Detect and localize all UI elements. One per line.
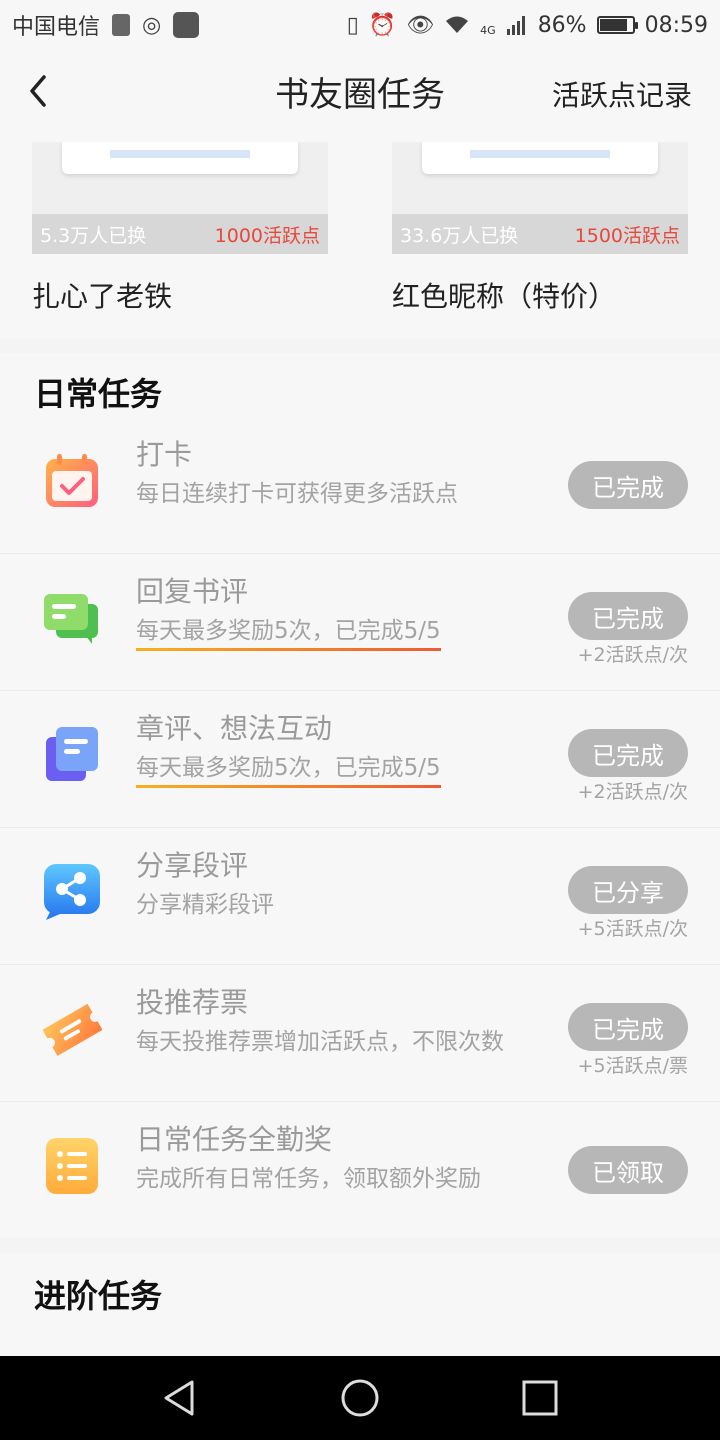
reward-preview [422, 142, 658, 174]
ticket-icon [42, 1003, 102, 1056]
reward-name: 红色昵称（特价） [392, 280, 617, 313]
daily-tasks-section: 日常任务 打卡 每日连续打卡可获得更多活跃点 已完成 回复书评 每天最多奖励5次… [0, 353, 720, 1237]
task-row[interactable]: 章评、想法互动 每天最多奖励5次，已完成5/5 已完成 +2活跃点/次 [0, 691, 720, 828]
task-row[interactable]: 分享段评 分享精彩段评 已分享 +5活跃点/次 [0, 828, 720, 965]
advanced-tasks-section: 进阶任务 [0, 1253, 720, 1356]
task-description: 分享精彩段评 [136, 892, 274, 918]
network-type: 4G [480, 23, 496, 37]
vibrate-icon: ▯ [346, 12, 359, 38]
back-triangle-icon[interactable] [158, 1376, 202, 1420]
task-status-button[interactable]: 已完成 [568, 592, 688, 640]
carrier-label: 中国电信 [12, 15, 101, 40]
task-description: 完成所有日常任务，领取额外奖励 [136, 1166, 481, 1192]
reward-card[interactable]: 5.3万人已换 1000活跃点 扎心了老铁 [32, 142, 328, 314]
eye-icon: 👁 [406, 12, 435, 38]
task-status-button[interactable]: 已分享 [568, 866, 688, 914]
reward-strip: 5.3万人已换 1000活跃点 扎心了老铁 33.6万人已换 1500活跃点 红… [0, 142, 720, 338]
activity-record-link[interactable]: 活跃点记录 [552, 76, 692, 116]
task-name: 日常任务全勤奖 [136, 1123, 333, 1156]
reward-image: 5.3万人已换 1000活跃点 [32, 142, 328, 254]
task-name: 分享段评 [136, 849, 249, 882]
share-icon [44, 864, 100, 920]
reward-card[interactable]: 33.6万人已换 1500活跃点 红色昵称（特价） [392, 142, 688, 314]
section-title: 进阶任务 [34, 1277, 163, 1315]
home-circle-icon[interactable] [338, 1376, 382, 1420]
task-points: +5活跃点/次 [577, 918, 688, 940]
reward-overlay: 33.6万人已换 1500活跃点 [392, 214, 688, 254]
task-points: +2活跃点/次 [577, 644, 688, 666]
sim-card-icon [112, 14, 131, 36]
alarm-icon: ⏰ [368, 12, 397, 38]
task-description: 每天最多奖励5次，已完成5/5 [136, 751, 441, 788]
task-row[interactable]: 回复书评 每天最多奖励5次，已完成5/5 已完成 +2活跃点/次 [0, 554, 720, 691]
task-row[interactable]: 打卡 每日连续打卡可获得更多活跃点 已完成 [0, 417, 720, 554]
system-nav-bar [0, 1356, 720, 1440]
reward-name: 扎心了老铁 [32, 280, 173, 313]
signal-icon [506, 16, 525, 35]
task-row[interactable]: 投推荐票 每天投推荐票增加活跃点，不限次数 已完成 +5活跃点/票 [0, 965, 720, 1102]
task-points: +2活跃点/次 [577, 781, 688, 803]
recents-square-icon[interactable] [518, 1376, 562, 1420]
clock: 08:59 [644, 12, 708, 38]
reward-exchange-count: 5.3万人已换 [40, 224, 147, 247]
task-description: 每天最多奖励5次，已完成5/5 [136, 614, 441, 651]
task-name: 回复书评 [136, 575, 249, 608]
reward-cost: 1500活跃点 [574, 224, 680, 247]
section-title: 日常任务 [34, 375, 163, 413]
task-status-button[interactable]: 已领取 [568, 1146, 688, 1194]
task-name: 投推荐票 [136, 986, 249, 1019]
task-status-button[interactable]: 已完成 [568, 1003, 688, 1051]
list-icon [46, 1138, 98, 1194]
task-status-button[interactable]: 已完成 [568, 461, 688, 509]
task-name: 章评、想法互动 [136, 712, 333, 745]
task-status-button[interactable]: 已完成 [568, 729, 688, 777]
task-name: 打卡 [136, 438, 193, 471]
reward-cost: 1000活跃点 [214, 224, 320, 247]
status-bar: 中国电信 ◎ ▯ ⏰ 👁 4G 86% 08:59 [0, 0, 720, 50]
calendar-check-icon [46, 454, 98, 507]
reward-overlay: 5.3万人已换 1000活跃点 [32, 214, 328, 254]
task-description: 每日连续打卡可获得更多活跃点 [136, 481, 458, 507]
task-description: 每天投推荐票增加活跃点，不限次数 [136, 1029, 504, 1055]
task-points: +5活跃点/票 [577, 1055, 688, 1077]
task-row[interactable]: 日常任务全勤奖 完成所有日常任务，领取额外奖励 已领取 [0, 1102, 720, 1239]
wifi-icon [446, 16, 469, 33]
app-notification-icon [173, 12, 200, 38]
battery-percent: 86% [537, 12, 587, 38]
reward-image: 33.6万人已换 1500活跃点 [392, 142, 688, 254]
reward-exchange-count: 33.6万人已换 [400, 224, 519, 247]
hotspot-icon: ◎ [142, 12, 162, 38]
reward-preview [62, 142, 298, 174]
battery-level [599, 19, 627, 31]
battery-icon [596, 16, 638, 34]
header: 书友圈任务 活跃点记录 [0, 50, 720, 142]
document-icon [46, 727, 98, 781]
chat-bubble-icon [44, 594, 98, 644]
